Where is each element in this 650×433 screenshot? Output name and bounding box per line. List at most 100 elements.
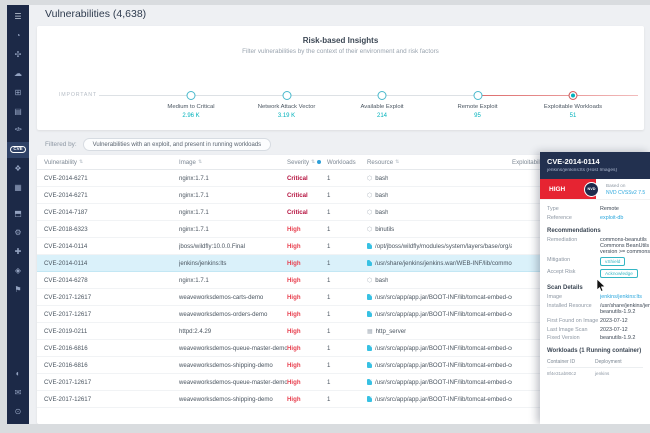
resource-text: /usr/src/app/app.jar/BOOT-INF/lib/tomcat…	[375, 293, 512, 301]
remediation-label: Remediation	[547, 236, 578, 243]
workloads-cell: 1	[327, 242, 331, 250]
vulnerabilities-icon[interactable]: CVE	[7, 141, 29, 158]
severity-cell: High	[287, 293, 301, 301]
file-icon	[367, 242, 372, 250]
insight-step-dot[interactable]	[377, 91, 387, 100]
scan-field-label: Fixed Version	[547, 335, 580, 342]
resource-text: /usr/src/app/app.jar/BOOT-INF/lib/tomcat…	[375, 310, 512, 318]
acknowledge-button[interactable]: Acknowledge	[600, 269, 638, 279]
cve-cell: CVE-2019-0211	[44, 327, 88, 335]
remediation-line: Commons BeanUtils	[600, 242, 650, 249]
nvd-badge-icon: NVD	[584, 181, 599, 197]
cve-cell: CVE-2014-0114	[44, 259, 88, 267]
file-icon	[367, 310, 372, 318]
insights-stepper: IMPORTANT Medium to Critical 2.96 K Networ…	[37, 86, 644, 128]
dashboard-icon[interactable]: ◔	[7, 28, 29, 44]
scan-field: Image jenkins/jenkins:lts	[547, 294, 650, 300]
remediation-line: version >= commons-beanutils-1.9.2	[600, 248, 650, 255]
image-cell: nginx:1.7.1	[179, 208, 209, 216]
sort-icon[interactable]: ⇅	[79, 159, 83, 165]
file-icon	[367, 378, 372, 386]
workloads-cell: 1	[327, 395, 331, 403]
resource-text: /usr/src/app/app.jar/BOOT-INF/lib/tomcat…	[375, 361, 512, 369]
resource-text: bash	[375, 276, 389, 284]
column-header-workloads[interactable]: Workloads	[327, 159, 367, 166]
column-header-vulnerability[interactable]: Vulnerability ⇅	[44, 159, 179, 166]
sort-icon[interactable]: ⇅	[311, 159, 315, 165]
panel-header: CVE-2014-0114 jenkins/jenkins:lts (Host …	[540, 152, 650, 179]
resource-cell: /usr/src/app/app.jar/BOOT-INF/lib/tomcat…	[367, 311, 512, 318]
insight-step-dot[interactable]	[568, 91, 578, 100]
stepper-line-highlight	[477, 95, 638, 96]
insight-step-label: Exploitable Workloads	[543, 104, 603, 110]
compliance-icon[interactable]: ◈	[7, 263, 29, 279]
panel-field-value[interactable]: exploit-db	[600, 215, 650, 221]
sort-icon[interactable]: ⇅	[198, 159, 202, 165]
insight-step-dot[interactable]	[473, 91, 482, 100]
network-icon[interactable]: ⚑	[7, 282, 29, 298]
stepper-axis-label: IMPORTANT	[59, 92, 97, 98]
scan-field-value[interactable]: jenkins/jenkins:lts	[600, 294, 650, 300]
panel-field-label: Reference	[547, 214, 572, 221]
insight-step-dot[interactable]	[282, 91, 291, 100]
column-label: Severity	[287, 158, 310, 166]
vshield-button[interactable]: vShield	[600, 257, 626, 267]
notifications-icon[interactable]: ✉	[7, 385, 29, 401]
column-header-image[interactable]: Image ⇅	[179, 159, 287, 166]
panel-field-type: Type Remote	[547, 206, 650, 212]
panel-subtitle: jenkins/jenkins:lts (Host Images)	[547, 168, 618, 173]
infrastructure-icon[interactable]: ▦	[7, 180, 29, 196]
explorer-icon[interactable]: ✣	[7, 47, 29, 63]
workloads-row[interactable]: 8f4e31ab90c2 jenkins	[547, 368, 643, 379]
scan-field-value: /usr/share/jenkins/jenkins.warbeanutils-…	[600, 303, 650, 315]
severity-cell: High	[287, 378, 301, 386]
insight-step-count: 95	[474, 113, 481, 119]
package-icon: ⬡	[367, 175, 373, 182]
sort-icon[interactable]: ⇅	[395, 159, 399, 165]
resource-text: http_server	[375, 327, 407, 335]
column-header-severity[interactable]: Severity ⇅	[287, 159, 327, 166]
workloads-column-container-id: Container ID	[547, 359, 576, 366]
cvss-link[interactable]: NVD CVSSv2 7.5	[606, 190, 645, 196]
resource-cell: /usr/src/app/app.jar/BOOT-INF/lib/tomcat…	[367, 362, 512, 369]
filter-chip[interactable]: Vulnerabilities with an exploit, and pre…	[82, 138, 272, 151]
resource-cell: /usr/share/jenkins/jenkins.war/WEB-INF/l…	[367, 260, 512, 267]
scan-field: First Found on Image 2023-07-12	[547, 318, 650, 324]
column-label: Resource	[367, 158, 394, 166]
scan-field-label: Image	[547, 294, 562, 301]
column-label: Vulnerability	[44, 158, 77, 166]
resource-cell: ⬡ bash	[367, 192, 512, 199]
cloud-icon[interactable]: ☁	[7, 66, 29, 82]
scan-field-line: beanutils-1.9.2	[600, 308, 636, 315]
cve-cell: CVE-2018-6323	[44, 225, 88, 233]
workloads-cell: 1	[327, 191, 331, 199]
image-cell: jboss/wildfly:10.0.0.Final	[179, 242, 246, 250]
workloads-cell: jenkins	[595, 371, 610, 377]
kubernetes-icon[interactable]: ⊞	[7, 85, 29, 101]
cve-cell: CVE-2014-6278	[44, 276, 88, 284]
severity-cell: High	[287, 361, 301, 369]
insight-step-label: Network Attack Vector	[257, 104, 316, 110]
menu-icon[interactable]: ☰	[7, 9, 29, 25]
functions-icon[interactable]: </>	[7, 123, 29, 139]
severity-cell: High	[287, 259, 301, 267]
settings-icon[interactable]: ⚙	[7, 225, 29, 241]
resource-cell: /usr/src/app/app.jar/BOOT-INF/lib/tomcat…	[367, 379, 512, 386]
sidebar-group-secondary: ⬒ ⚙ ✚ ◈ ⚑	[7, 204, 29, 299]
policies-icon[interactable]: ⬒	[7, 206, 29, 222]
column-header-resource[interactable]: Resource ⇅	[367, 159, 512, 166]
image-cell: weaveworksdemos-orders-demo	[179, 310, 268, 318]
integrations-icon[interactable]: ✚	[7, 244, 29, 260]
workloads-table-header: Container ID Deployment	[547, 357, 643, 369]
cve-cell: CVE-2014-0114	[44, 242, 88, 250]
severity-cell: High	[287, 225, 301, 233]
help-icon[interactable]: ◐	[7, 366, 29, 382]
cve-cell: CVE-2017-12617	[44, 395, 92, 403]
insight-step-dot[interactable]	[186, 91, 196, 100]
image-cell: jenkins/jenkins:lts	[179, 259, 227, 267]
images-icon[interactable]: ▤	[7, 104, 29, 120]
panel-field-label: Type	[547, 205, 559, 212]
account-icon[interactable]: ⊙	[7, 404, 29, 420]
workloads-icon[interactable]: ❖	[7, 161, 29, 177]
workloads-cell: 1	[327, 208, 331, 216]
